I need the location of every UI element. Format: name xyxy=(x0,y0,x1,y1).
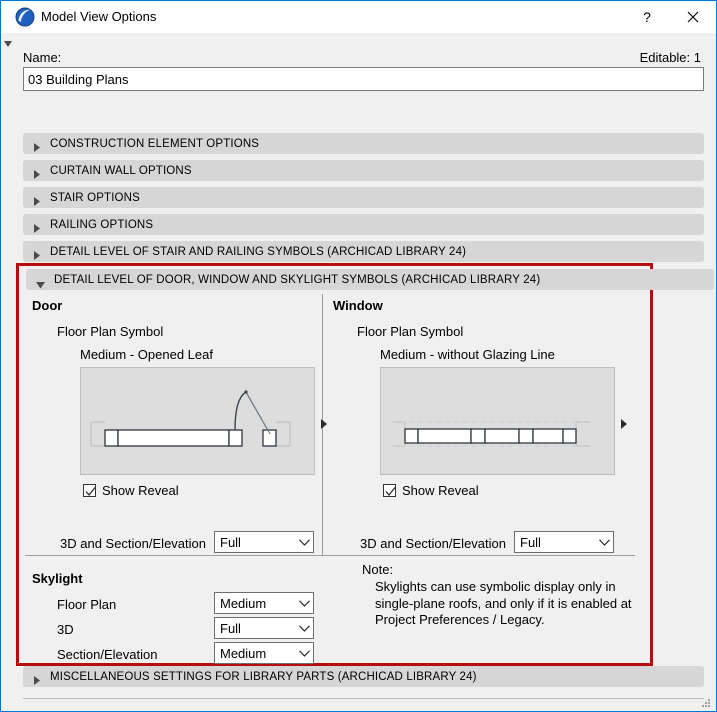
skylight-floor-plan-dropdown[interactable]: Medium xyxy=(214,592,314,614)
door-floor-plan-symbol-preview[interactable] xyxy=(80,367,315,475)
door-floor-plan-symbol-label: Floor Plan Symbol xyxy=(57,324,164,339)
chevron-right-icon xyxy=(33,247,41,260)
window-floor-plan-symbol-preview[interactable] xyxy=(380,367,615,475)
check-icon xyxy=(385,487,396,497)
footer-divider xyxy=(23,698,704,699)
name-input[interactable] xyxy=(23,67,704,91)
skylight-3d-dropdown[interactable]: Full xyxy=(214,617,314,639)
editable-status: Editable: 1 xyxy=(639,50,701,65)
dialog-body: Name: Editable: 1 CONSTRUCTION ELEMENT O… xyxy=(2,33,715,710)
door-3d-section-elevation-dropdown[interactable]: Full xyxy=(214,531,314,553)
window-floor-plan-symbol-label: Floor Plan Symbol xyxy=(357,324,464,339)
window-3d-section-elevation-dropdown[interactable]: Full xyxy=(514,531,614,553)
skylight-section-elevation-dropdown[interactable]: Medium xyxy=(214,642,314,664)
archicad-globe-icon xyxy=(15,7,35,27)
section-header-miscellaneous-settings-library-parts[interactable]: MISCELLANEOUS SETTINGS FOR LIBRARY PARTS… xyxy=(23,666,704,687)
section-label: CURTAIN WALL OPTIONS xyxy=(50,164,192,177)
chevron-down-icon xyxy=(295,599,313,607)
section-label: MISCELLANEOUS SETTINGS FOR LIBRARY PARTS… xyxy=(50,670,477,683)
checkbox-box xyxy=(83,484,96,497)
chevron-right-icon xyxy=(33,139,41,152)
section-label: DETAIL LEVEL OF STAIR AND RAILING SYMBOL… xyxy=(50,245,467,258)
chevron-right-icon xyxy=(33,220,41,233)
help-button[interactable]: ? xyxy=(624,1,670,32)
panel-collapse-icon[interactable] xyxy=(4,35,12,47)
section-label: STAIR OPTIONS xyxy=(50,191,140,204)
section-header-stair-options[interactable]: STAIR OPTIONS xyxy=(23,187,704,208)
close-button[interactable] xyxy=(670,1,716,32)
chevron-right-icon xyxy=(33,672,41,685)
section-header-construction-element-options[interactable]: CONSTRUCTION ELEMENT OPTIONS xyxy=(23,133,704,154)
checkbox-label: Show Reveal xyxy=(102,483,179,498)
help-icon: ? xyxy=(643,8,651,25)
chevron-down-icon xyxy=(595,538,613,546)
detail-level-door-window-skylight-panel: DETAIL LEVEL OF DOOR, WINDOW AND SKYLIGH… xyxy=(16,263,714,666)
section-label: DETAIL LEVEL OF DOOR, WINDOW AND SKYLIGH… xyxy=(54,273,541,286)
section-label: CONSTRUCTION ELEMENT OPTIONS xyxy=(50,137,260,150)
note-body: Skylights can use symbolic display only … xyxy=(375,579,632,627)
chevron-right-icon xyxy=(33,166,41,179)
name-label: Name: xyxy=(23,50,62,65)
door-column-title: Door xyxy=(32,298,63,313)
door-symbol-caption: Medium - Opened Leaf xyxy=(80,347,213,362)
window-3d-section-elevation-label: 3D and Section/Elevation xyxy=(360,536,506,551)
dropdown-value: Full xyxy=(220,534,241,550)
dropdown-value: Medium xyxy=(220,595,267,611)
resize-grip[interactable] xyxy=(700,696,712,708)
checkbox-label: Show Reveal xyxy=(402,483,479,498)
section-header-detail-level-door-window-skylight[interactable]: DETAIL LEVEL OF DOOR, WINDOW AND SKYLIGH… xyxy=(26,269,714,290)
section-label: RAILING OPTIONS xyxy=(50,218,154,231)
title-bar: Model View Options ? xyxy=(1,1,716,34)
chevron-down-icon xyxy=(36,276,45,288)
section-header-detail-level-stair-railing-symbols[interactable]: DETAIL LEVEL OF STAIR AND RAILING SYMBOL… xyxy=(23,241,704,262)
window-show-reveal-checkbox[interactable]: Show Reveal xyxy=(383,483,479,498)
skylight-floor-plan-label: Floor Plan xyxy=(57,597,117,612)
door-show-reveal-checkbox[interactable]: Show Reveal xyxy=(83,483,179,498)
dropdown-value: Medium xyxy=(220,645,267,661)
section-header-curtain-wall-options[interactable]: CURTAIN WALL OPTIONS xyxy=(23,160,704,181)
chevron-down-icon xyxy=(295,538,313,546)
close-icon xyxy=(687,11,699,23)
dropdown-value: Full xyxy=(220,620,241,636)
chevron-right-icon xyxy=(33,193,41,206)
window-symbol-expand-icon[interactable] xyxy=(620,416,628,429)
chevron-down-icon xyxy=(295,624,313,632)
check-icon xyxy=(85,487,96,497)
model-view-options-dialog: Model View Options ? Name: Editable: 1 C… xyxy=(0,0,717,712)
door-3d-section-elevation-label: 3D and Section/Elevation xyxy=(60,536,206,551)
section-header-railing-options[interactable]: RAILING OPTIONS xyxy=(23,214,704,235)
window-symbol-caption: Medium - without Glazing Line xyxy=(380,347,555,362)
window-title: Model View Options xyxy=(41,9,157,24)
horizontal-divider xyxy=(25,555,635,556)
window-column-title: Window xyxy=(333,298,383,313)
skylight-section-elevation-label: Section/Elevation xyxy=(57,647,158,662)
skylight-section-title: Skylight xyxy=(32,571,83,586)
dropdown-value: Full xyxy=(520,534,541,550)
checkbox-box xyxy=(383,484,396,497)
note-title: Note: xyxy=(362,562,394,577)
chevron-down-icon xyxy=(295,649,313,657)
door-symbol-expand-icon[interactable] xyxy=(320,416,328,429)
skylight-3d-label: 3D xyxy=(57,622,74,637)
